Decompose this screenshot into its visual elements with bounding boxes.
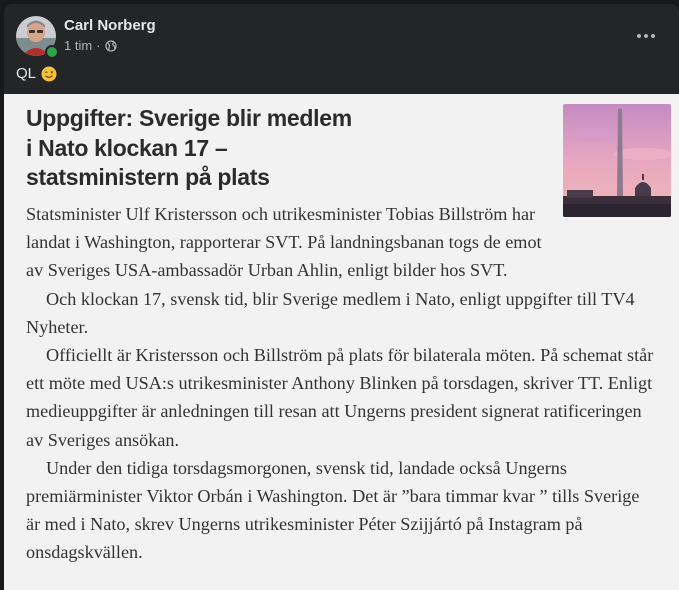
headline-line: i Nato klockan 17 – <box>26 134 228 161</box>
post-meta: 1 tim · <box>64 38 117 53</box>
article-paragraph: Officiellt är Kristersson och Billström … <box>26 345 654 450</box>
post-header: Carl Norberg 1 tim · <box>4 4 679 68</box>
more-options-button[interactable] <box>629 19 663 53</box>
post-time[interactable]: 1 tim <box>64 38 92 53</box>
winking-face-emoji <box>41 66 57 82</box>
author-name[interactable]: Carl Norberg <box>64 17 156 34</box>
online-status-indicator <box>45 45 59 59</box>
article-headline: Uppgifter: Sverige blir medlem i Nato kl… <box>26 104 546 193</box>
article-body: Statsminister Ulf Kristersson och utrike… <box>26 200 656 567</box>
headline-line: statsministern på plats <box>26 164 270 190</box>
feed-post: Carl Norberg 1 tim · QL Uppgifter: Sveri… <box>4 4 679 590</box>
article-paragraph: Under den tidiga torsdagsmorgonen, svens… <box>26 457 640 563</box>
article-screenshot[interactable]: Uppgifter: Sverige blir medlem i Nato kl… <box>4 94 679 590</box>
meta-separator: · <box>96 38 101 53</box>
post-message: QL <box>16 65 57 82</box>
globe-icon[interactable] <box>104 39 117 52</box>
article-paragraph: Och klockan 17, svensk tid, blir Sverige… <box>26 288 635 337</box>
headline-line: Uppgifter: Sverige blir medlem <box>26 105 352 131</box>
more-dots-icon <box>637 34 655 38</box>
article-paragraph: Statsminister Ulf Kristersson och utrike… <box>26 204 542 281</box>
post-message-text: QL <box>16 65 37 82</box>
